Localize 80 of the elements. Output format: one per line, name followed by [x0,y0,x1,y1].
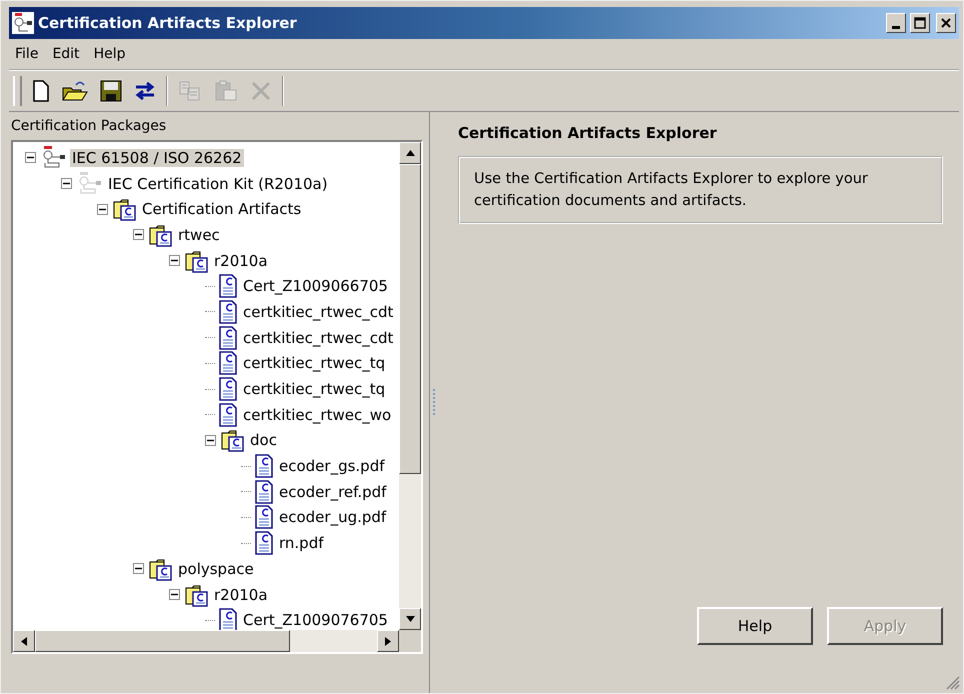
panel-heading: Certification Artifacts Explorer [458,124,718,142]
vertical-scrollbar[interactable] [399,142,421,630]
scroll-left-button[interactable] [13,630,35,652]
document-icon [218,300,238,324]
document-icon [254,505,274,530]
collapse-toggle[interactable] [205,434,216,446]
collapse-toggle[interactable] [97,204,108,215]
document-icon [254,531,274,556]
scroll-thumb[interactable] [399,164,421,474]
tree-item[interactable]: ecoder_ug.pdf [277,508,388,526]
open-folder-icon[interactable] [62,80,88,102]
maximize-button[interactable] [910,13,930,33]
document-icon [218,326,238,350]
document-icon [254,480,274,504]
splitter-grip-icon[interactable] [432,388,436,416]
down-arrow-icon [406,616,414,622]
panel-title: Certification Packages [11,118,168,136]
folder-document-icon [113,197,137,222]
document-icon [218,377,238,402]
tree-item[interactable]: r2010a [212,252,270,270]
tree-item[interactable]: certkitiec_rtwec_tq [241,380,388,398]
up-arrow-icon [406,150,414,156]
tree-item[interactable]: certkitiec_rtwec_wo [241,406,394,424]
document-icon [254,454,274,478]
tree-item[interactable]: Certification Artifacts [140,200,304,218]
action-button[interactable]: Help [697,607,813,645]
document-icon [218,608,238,630]
menu-item[interactable]: Edit [46,44,86,64]
collapse-toggle[interactable] [133,229,144,240]
scrollbar-corner [399,630,421,652]
maximize-icon [914,17,926,29]
faded-network-icon [77,172,103,196]
close-icon [941,18,951,28]
collapse-toggle[interactable] [25,152,36,164]
folder-document-icon [221,428,245,452]
collapse-toggle[interactable] [169,255,180,266]
close-button[interactable] [936,13,956,33]
tree-item[interactable]: rn.pdf [277,534,326,552]
right-arrow-icon [385,636,391,646]
tree-item[interactable]: certkitiec_rtwec_cdt [241,328,396,347]
tree-item[interactable]: Cert_Z1009066705 [241,277,390,296]
tree-item[interactable]: certkitiec_rtwec_cdt [241,302,396,321]
folder-document-icon [149,222,173,247]
scroll-up-button[interactable] [399,142,421,164]
document-icon [218,402,238,427]
minimize-button[interactable] [886,13,906,33]
swap-arrows-icon[interactable] [134,80,156,102]
tree-item[interactable]: rtwec [176,226,222,244]
left-arrow-icon [21,636,27,646]
menu-item[interactable]: Help [88,44,132,64]
scroll-down-button[interactable] [399,608,421,630]
folder-document-icon [149,556,173,581]
tree-item[interactable]: ecoder_ref.pdf [277,482,388,501]
tree-item[interactable]: polyspace [176,560,256,578]
app-icon [12,12,34,34]
document-icon [218,351,238,376]
tree-item[interactable]: IEC Certification Kit (R2010a) [106,174,330,193]
document-icon [218,274,238,298]
folder-document-icon [185,248,209,273]
tree-item[interactable]: r2010a [212,586,270,604]
horizontal-scrollbar[interactable] [13,630,399,652]
tree-item[interactable]: ecoder_gs.pdf [277,457,386,476]
menu-item[interactable]: File [9,44,44,64]
network-icon [41,146,67,170]
resize-grip-icon[interactable] [944,674,960,690]
window-title: Certification Artifacts Explorer [38,14,298,32]
tree-item[interactable]: Cert_Z1009076705 [241,611,390,630]
folder-document-icon [185,582,209,607]
tree-item[interactable]: IEC 61508 / ISO 26262 [70,148,244,167]
minimize-icon [892,26,900,28]
new-document-icon[interactable] [32,80,50,102]
scroll-right-button[interactable] [377,630,399,652]
collapse-toggle[interactable] [133,563,144,574]
tree-item[interactable]: certkitiec_rtwec_tq [241,354,388,372]
scroll-thumb[interactable] [35,630,290,652]
description-text: Use the Certification Artifacts Explorer to explore your certification documents and artifacts. [458,156,943,224]
collapse-toggle[interactable] [61,178,72,190]
toolbar-grip[interactable] [13,76,22,106]
tree-item[interactable]: doc [248,431,279,450]
collapse-toggle[interactable] [169,589,180,600]
